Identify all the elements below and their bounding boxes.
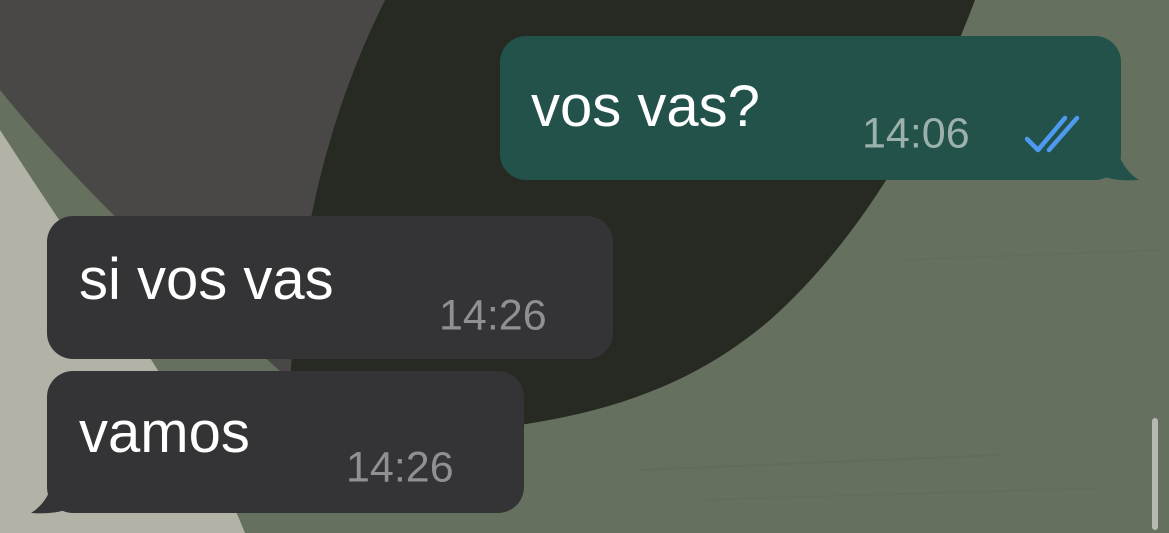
message-timestamp: 14:06 <box>862 109 970 158</box>
message-timestamp: 14:26 <box>346 443 454 492</box>
message-text: vamos <box>79 400 250 465</box>
incoming-message-bubble[interactable]: si vos vas 14:26 <box>47 216 613 359</box>
outgoing-message-bubble[interactable]: vos vas? 14:06 <box>500 36 1121 180</box>
chat-scrollbar[interactable] <box>1152 418 1158 530</box>
incoming-message-bubble[interactable]: vamos 14:26 <box>47 371 524 513</box>
message-text: vos vas? <box>531 74 760 139</box>
outgoing-bubble-tail <box>1102 142 1139 181</box>
double-check-read-icon <box>1024 114 1091 154</box>
message-text: si vos vas <box>79 247 334 312</box>
incoming-bubble-tail <box>31 475 68 514</box>
message-timestamp: 14:26 <box>439 291 547 340</box>
